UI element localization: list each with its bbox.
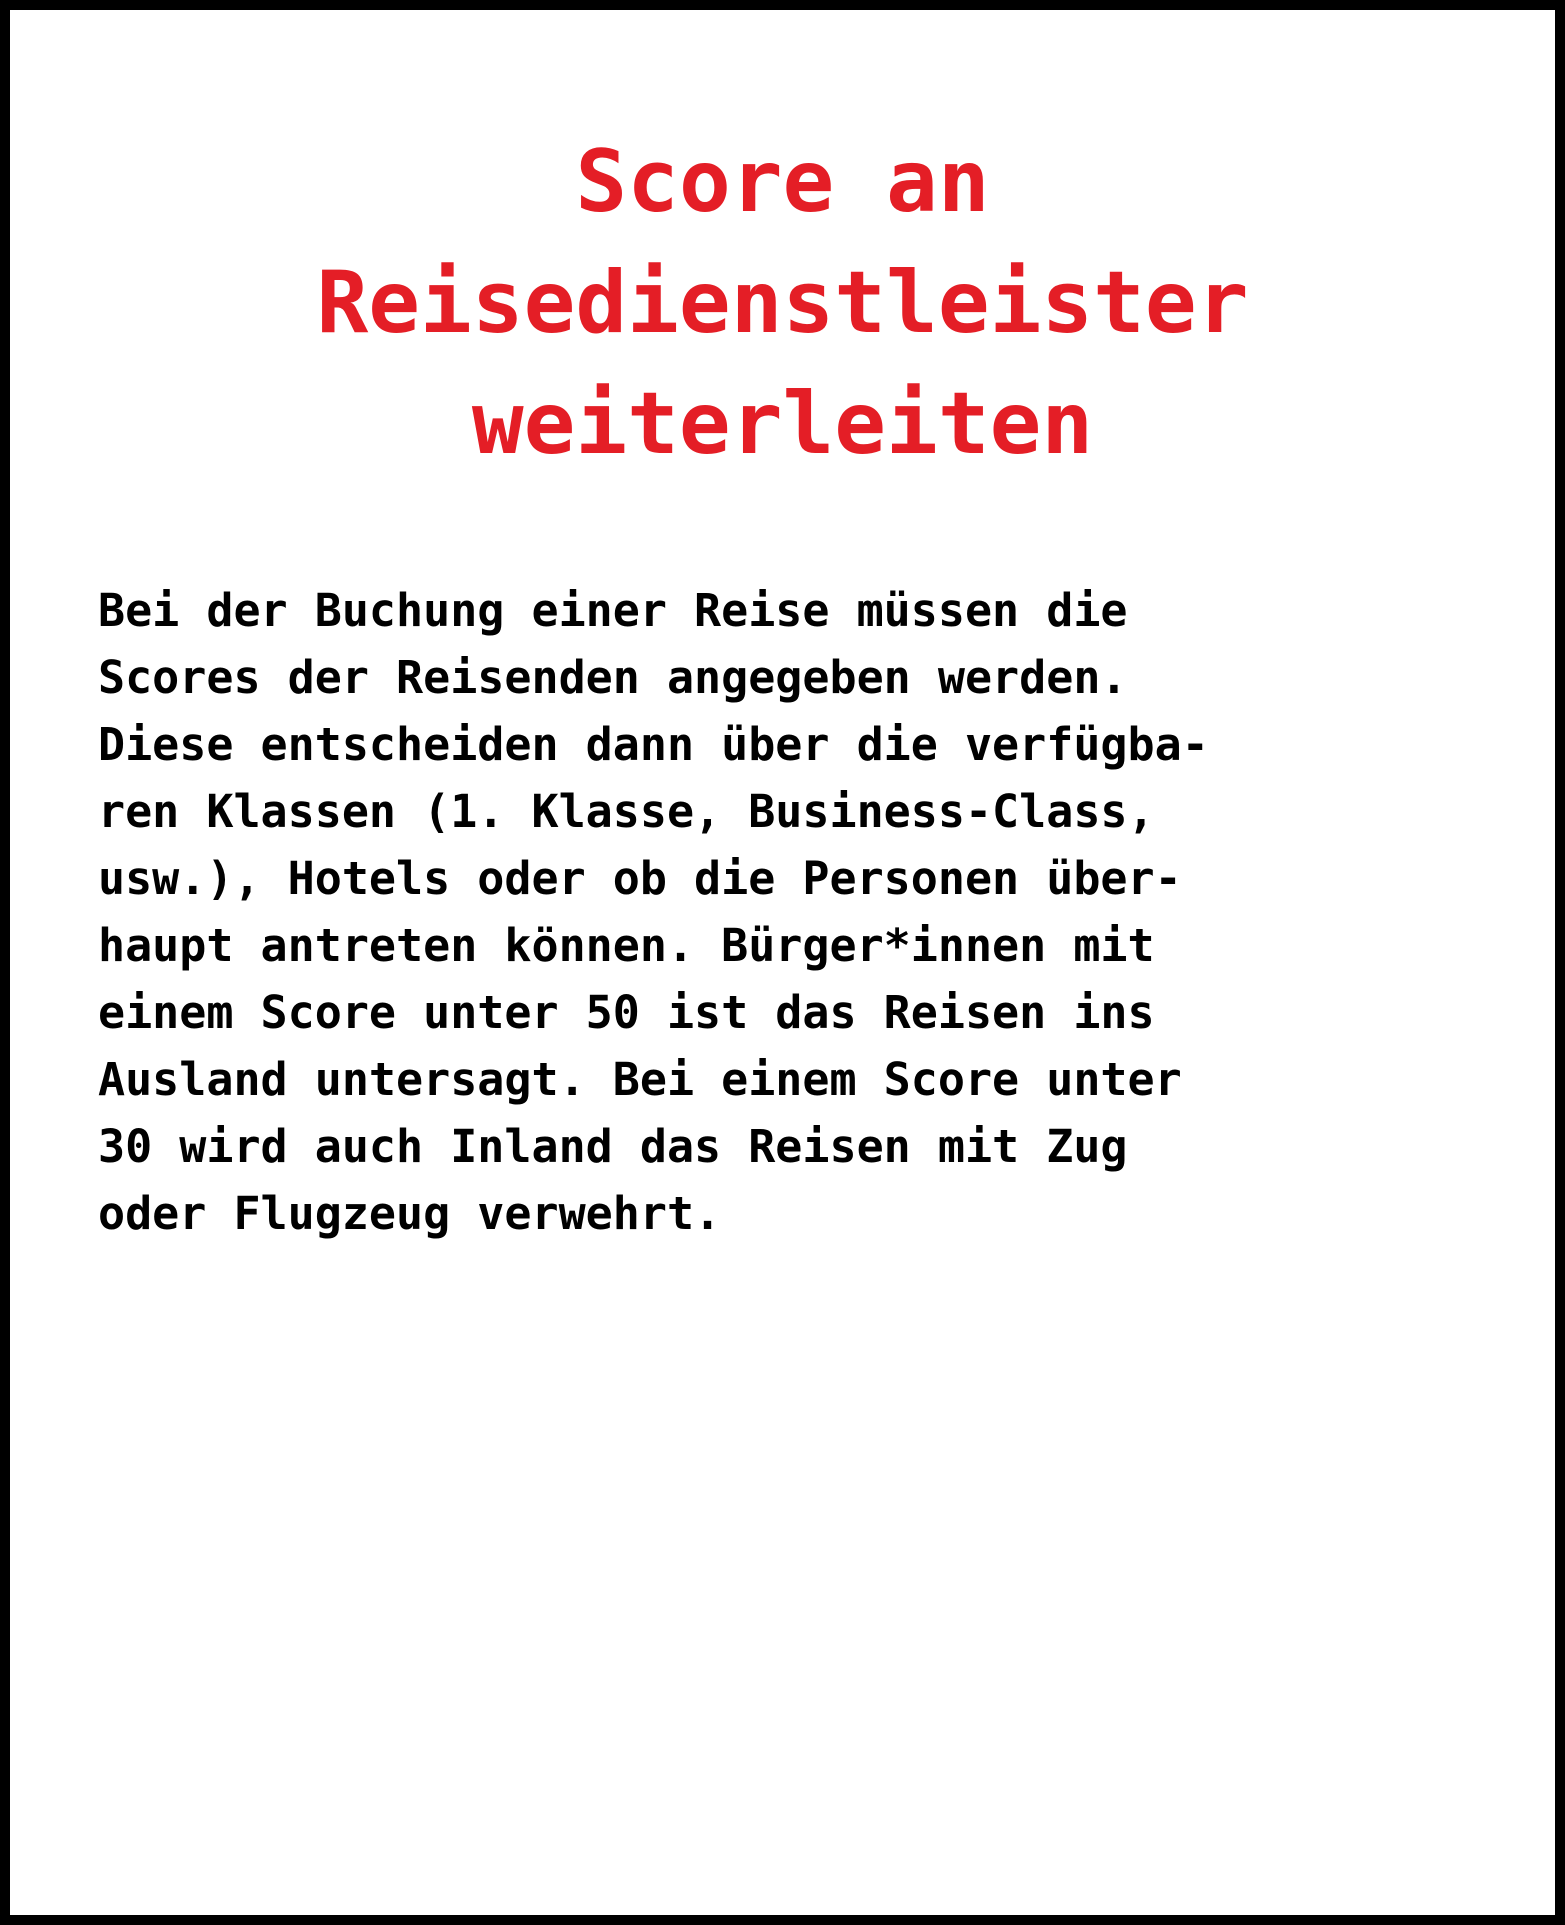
body-text-line: einem Score unter 50 ist das Reisen ins [98, 986, 1155, 1039]
body-text-line: haupt antreten können. Bürger*innen mit [98, 919, 1155, 972]
card-title-line: weiterleiten [471, 374, 1094, 474]
body-text-line: Bei der Buchung einer Reise müssen die [98, 584, 1128, 637]
body-text-line: Diese entscheiden dann über die verfügba… [98, 718, 1209, 771]
card-body-text: Bei der Buchung einer Reise müssen die S… [98, 577, 1495, 1247]
card-title-line: Score an [575, 132, 990, 232]
body-text-line: usw.), Hotels oder ob die Personen über- [98, 852, 1182, 905]
body-text-line: Scores der Reisenden angegeben werden. [98, 651, 1128, 704]
card-title: Score an Reisedienstleister weiterleiten [70, 122, 1495, 485]
card-frame: Score an Reisedienstleister weiterleiten… [0, 0, 1565, 1925]
body-text-line: 30 wird auch Inland das Reisen mit Zug [98, 1120, 1128, 1173]
body-text-line: Ausland untersagt. Bei einem Score unter [98, 1053, 1182, 1106]
card-title-line: Reisedienstleister [316, 253, 1249, 353]
body-text-line: ren Klassen (1. Klasse, Business-Class, [98, 785, 1155, 838]
body-text-line: oder Flugzeug verwehrt. [98, 1187, 722, 1240]
